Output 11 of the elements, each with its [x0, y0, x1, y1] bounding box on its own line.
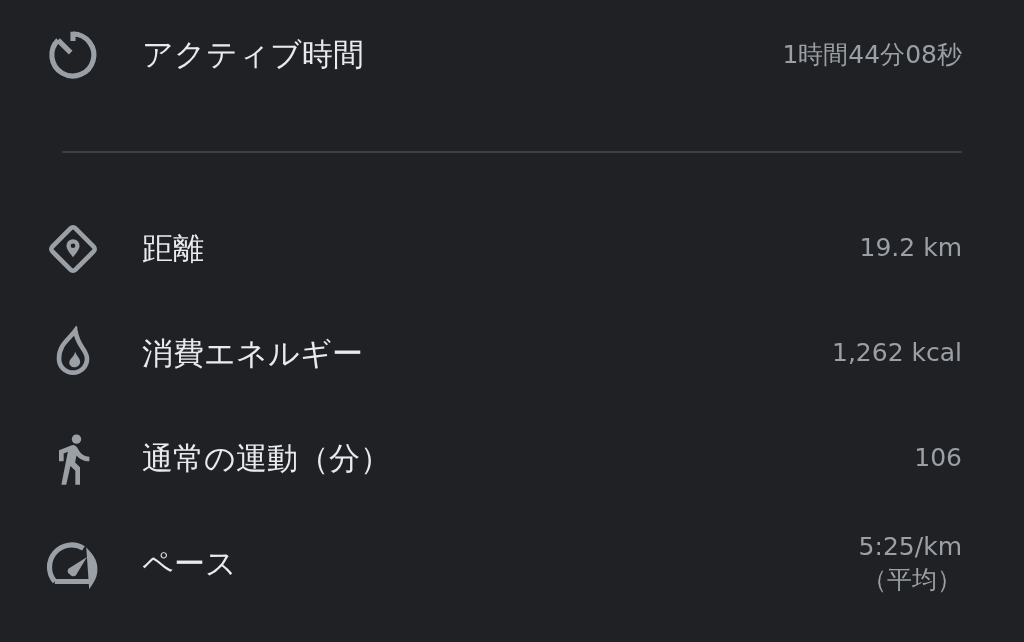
metric-value: （平均） [862, 563, 962, 596]
metric-label: ペース [142, 543, 238, 583]
metric-value: 1,262 kcal [832, 337, 962, 370]
metric-label: 消費エネルギー [142, 333, 364, 373]
metric-label: 距離 [142, 228, 205, 268]
metric-value: 5:25/km [858, 531, 962, 563]
metric-label: アクティブ時間 [142, 35, 365, 74]
metric-value: 1時間44分08秒 [782, 38, 962, 71]
metric-value: 106 [914, 442, 962, 475]
metric-label: 通常の運動（分） [142, 438, 392, 478]
metric-value: 19.2 km [859, 232, 962, 265]
